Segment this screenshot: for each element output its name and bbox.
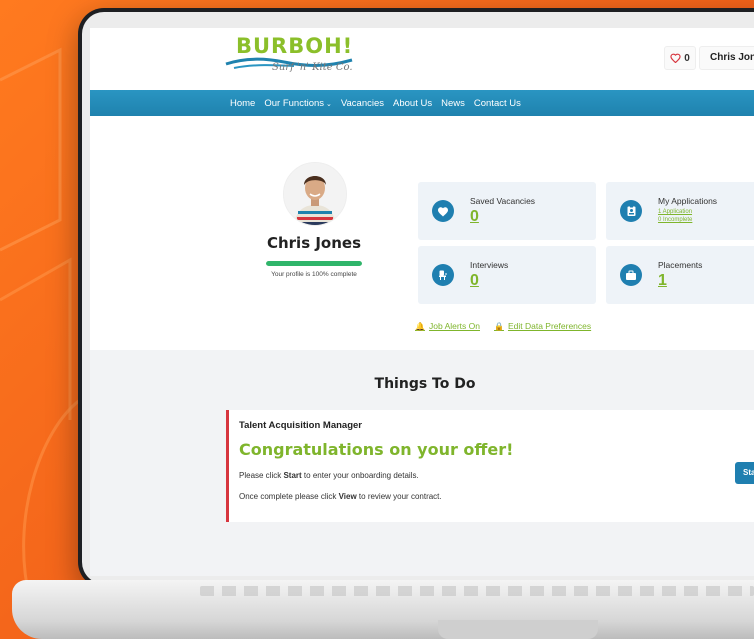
avatar[interactable] — [283, 162, 347, 226]
profile-progress-fill — [266, 261, 362, 266]
todo-job-title: Talent Acquisition Manager — [239, 420, 362, 431]
preferences-row: 🔔 Job Alerts On 🔒 Edit Data Preferences — [415, 321, 591, 331]
laptop-screen: BURBOH! Surf 'n' Kite Co. 0 Chris Jones … — [90, 28, 754, 576]
card-title: Saved Vacancies — [470, 196, 536, 206]
todo-instruction-start: Please click Start to enter your onboard… — [239, 471, 419, 480]
job-alerts-label: Job Alerts On — [428, 321, 480, 331]
profile-status: Your profile is 100% complete — [271, 271, 357, 278]
nav-item-news[interactable]: News — [441, 98, 465, 109]
heart-icon — [432, 200, 454, 222]
data-preferences-label: Edit Data Preferences — [507, 321, 592, 331]
profile-dashboard: Chris Jones Your profile is 100% complet… — [90, 116, 754, 350]
logo-text: BURBOH! — [236, 34, 354, 58]
heart-outline-icon — [670, 53, 681, 63]
card-value[interactable]: 1 — [658, 272, 667, 290]
id-badge-icon — [620, 200, 642, 222]
avatar-portrait — [284, 163, 346, 225]
card-value[interactable]: 0 — [470, 208, 479, 226]
laptop-trackpad — [438, 620, 598, 639]
nav-item-home[interactable]: Home — [230, 98, 255, 109]
profile-name: Chris Jones — [266, 234, 362, 252]
profile-progress-bar — [266, 261, 362, 266]
card-title: Interviews — [470, 260, 509, 270]
briefcase-icon — [620, 264, 642, 286]
main-navigation: Home Our Functions ⌄ Vacancies About Us N… — [90, 90, 754, 116]
favourites-button[interactable]: 0 — [664, 46, 696, 70]
todo-card: Talent Acquisition Manager Congratulatio… — [226, 410, 754, 522]
interview-chair-icon — [432, 264, 454, 286]
todo-instruction-view: Once complete please click View to revie… — [239, 492, 442, 501]
data-preferences-link[interactable]: 🔒 Edit Data Preferences — [494, 321, 591, 331]
nav-item-vacancies[interactable]: Vacancies — [341, 98, 384, 109]
section-heading: Things To Do — [374, 376, 476, 392]
bell-icon: 🔔 — [415, 321, 425, 331]
chevron-down-icon: ⌄ — [326, 100, 332, 108]
card-title: My Applications — [658, 196, 718, 206]
site-header: BURBOH! Surf 'n' Kite Co. 0 Chris Jones — [90, 28, 754, 90]
lock-icon: 🔒 — [494, 321, 504, 331]
applications-link[interactable]: 1 Application — [658, 209, 692, 215]
job-alerts-link[interactable]: 🔔 Job Alerts On — [415, 321, 480, 331]
logo-tagline: Surf 'n' Kite Co. — [272, 62, 353, 73]
laptop-keyboard-edge — [200, 586, 754, 596]
start-button[interactable]: Start — [735, 462, 754, 484]
favourites-count: 0 — [684, 52, 690, 64]
user-menu-button[interactable]: Chris Jones — [699, 46, 754, 70]
brand-logo[interactable]: BURBOH! Surf 'n' Kite Co. — [224, 34, 354, 86]
card-interviews[interactable]: Interviews 0 — [418, 246, 596, 304]
card-value[interactable]: 0 — [470, 272, 479, 290]
card-title: Placements — [658, 260, 703, 270]
nav-item-our-functions[interactable]: Our Functions ⌄ — [264, 98, 332, 109]
nav-item-contact-us[interactable]: Contact Us — [474, 98, 521, 109]
todo-headline: Congratulations on your offer! — [239, 440, 514, 459]
nav-item-label: Our Functions — [264, 97, 325, 109]
nav-item-about-us[interactable]: About Us — [393, 98, 432, 109]
things-to-do-section: Things To Do Talent Acquisition Manager … — [90, 350, 754, 576]
incomplete-link[interactable]: 0 Incomplete — [658, 217, 692, 223]
card-saved-vacancies[interactable]: Saved Vacancies 0 — [418, 182, 596, 240]
card-placements[interactable]: Placements 1 — [606, 246, 754, 304]
card-my-applications[interactable]: My Applications 1 Application 0 Incomple… — [606, 182, 754, 240]
